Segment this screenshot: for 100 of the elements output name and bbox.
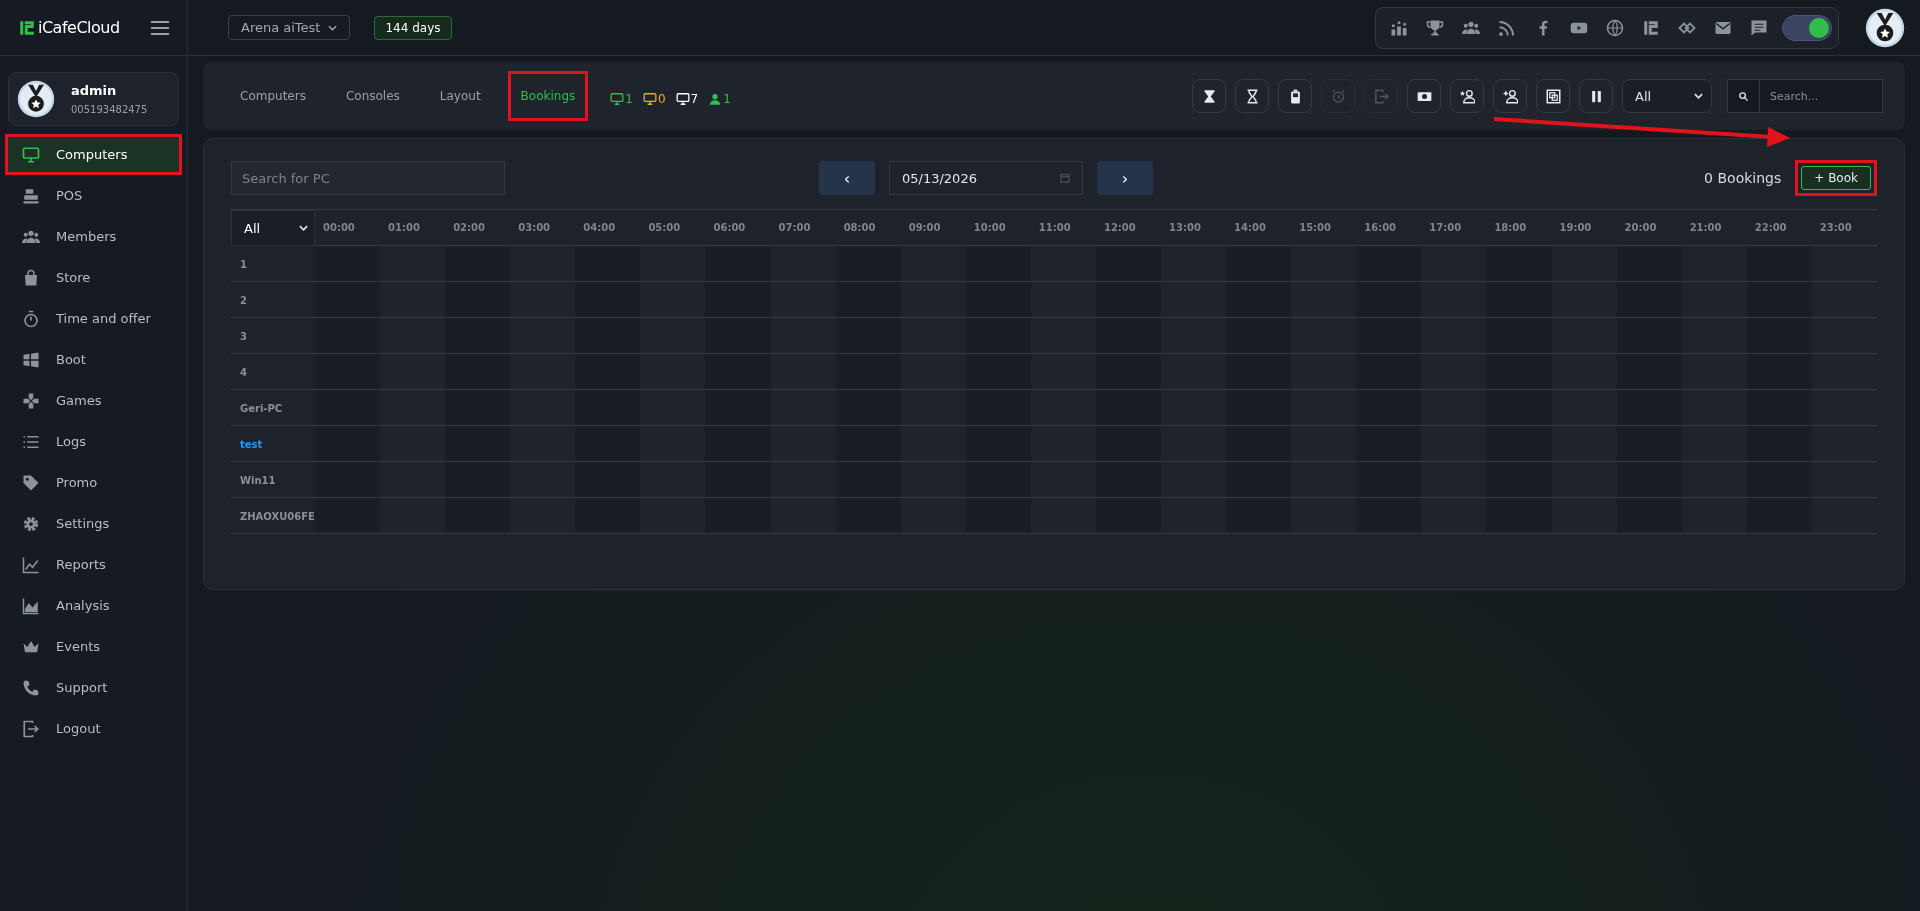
hour-label: 22:00 <box>1753 221 1788 235</box>
windows-grid-icon <box>22 350 40 369</box>
alarm-clock-icon <box>1330 88 1346 104</box>
sidebar-item[interactable]: Time and offer <box>5 298 182 339</box>
hour-label: 04:00 <box>582 221 617 235</box>
hour-label: 03:00 <box>517 221 552 235</box>
rss-icon[interactable] <box>1498 18 1516 37</box>
globe-icon[interactable] <box>1606 18 1624 37</box>
sidebar-item[interactable]: Games <box>5 380 182 421</box>
sidebar-item[interactable]: Analysis <box>5 585 182 626</box>
monitor-icon <box>642 92 657 106</box>
medal-avatar-icon <box>17 80 55 118</box>
next-day-button[interactable]: › <box>1097 161 1153 195</box>
hour-label: 23:00 <box>1818 221 1853 235</box>
tab[interactable]: Consoles <box>332 71 413 121</box>
sidebar-item[interactable]: Events <box>5 626 182 667</box>
tool-button[interactable] <box>1235 79 1269 113</box>
status-counter: 7 <box>675 92 699 106</box>
filter-dropdown[interactable]: All <box>1622 79 1712 113</box>
tag-icon <box>22 473 40 492</box>
add-user-icon <box>1502 88 1518 104</box>
logo-icon <box>18 18 36 37</box>
search-field[interactable]: Search... <box>1760 80 1882 112</box>
status-counter: 1 <box>610 92 633 106</box>
menu-icon <box>151 20 169 35</box>
date-field[interactable]: 05/13/2026 <box>889 161 1083 195</box>
tool-button[interactable] <box>1579 79 1613 113</box>
book-button[interactable]: + Book <box>1801 166 1871 190</box>
cash-register-icon <box>22 186 40 205</box>
status-counter: 0 <box>642 92 666 106</box>
sidebar-item[interactable]: Computers <box>5 134 182 175</box>
hour-label: 13:00 <box>1168 221 1202 235</box>
branch-dropdown[interactable]: Arena aiTest <box>228 15 351 40</box>
sidebar-item[interactable]: Promo <box>5 462 182 503</box>
hour-label: 11:00 <box>1037 221 1072 235</box>
hour-label: 12:00 <box>1102 221 1137 235</box>
search-bar[interactable]: Search... <box>1727 79 1883 113</box>
search-icon <box>1738 90 1749 102</box>
monitor-icon <box>610 92 625 106</box>
sidebar-item[interactable]: Store <box>5 257 182 298</box>
hour-label: 19:00 <box>1558 221 1593 235</box>
tool-button[interactable] <box>1278 79 1312 113</box>
tab[interactable]: Computers <box>227 71 319 121</box>
sidebar-item[interactable]: Settings <box>5 503 182 544</box>
ranking-bars-icon[interactable] <box>1390 18 1408 37</box>
sidebar-item[interactable]: Logout <box>5 708 182 749</box>
hour-label: 20:00 <box>1623 221 1658 235</box>
status-counter: 1 <box>708 92 731 106</box>
caret-icon <box>328 24 338 31</box>
hour-label: 06:00 <box>712 221 747 235</box>
tool-button[interactable] <box>1493 79 1527 113</box>
hour-label: 08:00 <box>842 221 877 235</box>
hour-label: 18:00 <box>1493 221 1528 235</box>
brand-name: iCafeCloud <box>38 18 120 37</box>
stopwatch-icon <box>22 309 40 328</box>
calendar-icon <box>1060 173 1070 183</box>
monitor-icon <box>22 145 40 164</box>
sidebar-item[interactable]: Support <box>5 667 182 708</box>
tool-button[interactable] <box>1192 79 1226 113</box>
shopping-bag-icon <box>22 268 40 287</box>
hour-label: 00:00 <box>322 221 356 235</box>
previous-day-button[interactable]: ‹ <box>819 161 875 195</box>
hour-label: 01:00 <box>387 221 421 235</box>
hour-label: 16:00 <box>1363 221 1398 235</box>
area-chart-icon <box>22 596 40 615</box>
exit-icon <box>1373 88 1389 104</box>
tool-button[interactable] <box>1450 79 1484 113</box>
hour-label: 07:00 <box>777 221 812 235</box>
profile-id: 005193482475 <box>71 104 148 115</box>
frame-icon <box>1545 88 1561 104</box>
sidebar-item[interactable]: POS <box>5 175 182 216</box>
trophy-icon[interactable] <box>1426 18 1444 37</box>
hour-label: 14:00 <box>1233 221 1267 235</box>
pc-search-field[interactable]: Search for PC <box>231 161 505 195</box>
logo-icon[interactable] <box>1642 18 1660 37</box>
sidebar-item[interactable]: Reports <box>5 544 182 585</box>
license-badge: 144 days <box>374 15 452 40</box>
hour-label: 10:00 <box>972 221 1007 235</box>
phone-icon <box>22 678 40 697</box>
hour-label: 02:00 <box>452 221 486 235</box>
hour-label: 05:00 <box>647 221 682 235</box>
tab[interactable]: Bookings <box>507 71 589 121</box>
toggle-switch[interactable] <box>1782 14 1832 41</box>
tool-button[interactable] <box>1536 79 1570 113</box>
hour-label: 17:00 <box>1428 221 1463 235</box>
medal-avatar-icon[interactable] <box>1865 7 1905 48</box>
caret-icon <box>1694 93 1703 99</box>
sidebar-item[interactable]: Members <box>5 216 182 257</box>
sidebar-item[interactable]: Boot <box>5 339 182 380</box>
profile-name: admin <box>71 83 118 98</box>
tab[interactable]: Layout <box>426 71 494 121</box>
sidebar-item[interactable]: Logs <box>5 421 182 462</box>
user-star-icon <box>1459 88 1475 104</box>
chat-icon[interactable] <box>1750 18 1768 37</box>
tool-button[interactable] <box>1407 79 1441 113</box>
hour-label: 09:00 <box>907 221 942 235</box>
group-dropdown[interactable]: All <box>231 210 315 246</box>
hour-label: 15:00 <box>1298 221 1332 235</box>
line-chart-icon <box>22 555 40 574</box>
profile-card[interactable]: admin 005193482475 <box>8 72 179 126</box>
